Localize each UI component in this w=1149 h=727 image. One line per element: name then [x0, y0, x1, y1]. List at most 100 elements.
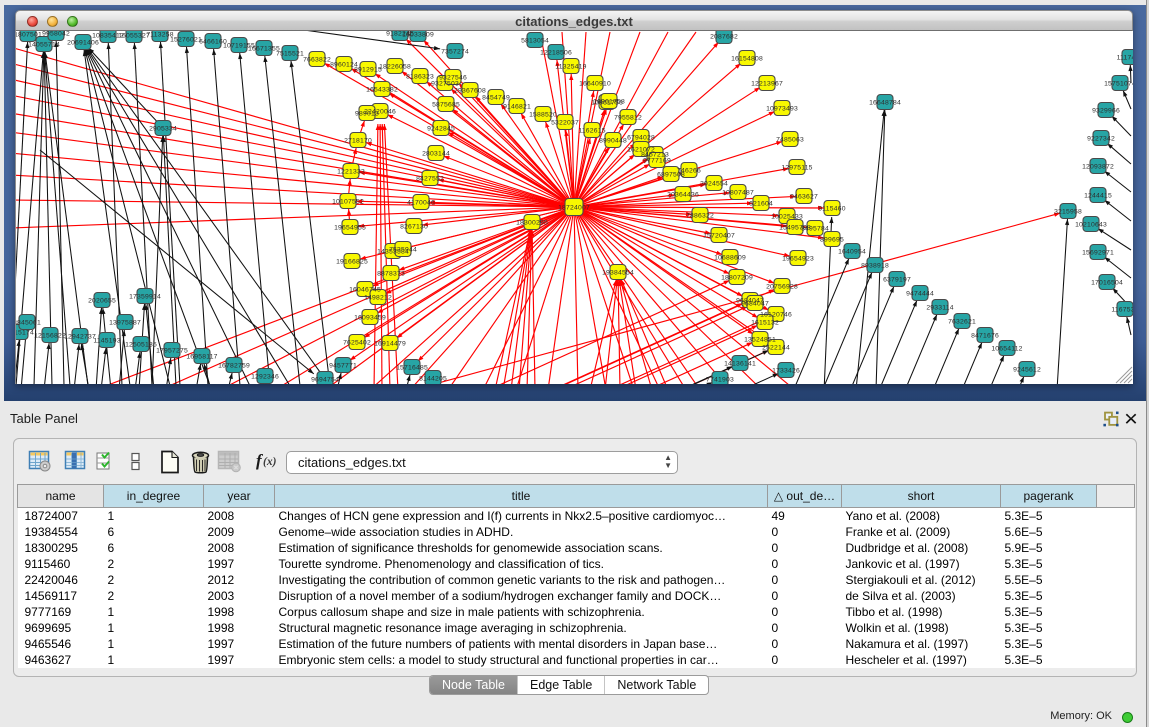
svg-text:16046745: 16046745: [349, 286, 381, 293]
svg-text:8912915: 8912915: [354, 66, 382, 73]
svg-text:10973493: 10973493: [766, 105, 798, 112]
svg-text:9463627: 9463627: [790, 193, 818, 200]
svg-text:621604: 621604: [749, 200, 773, 207]
svg-text:1162615: 1162615: [578, 127, 605, 134]
svg-text:1244415: 1244415: [1084, 192, 1112, 199]
svg-text:12156822: 12156822: [34, 332, 66, 339]
svg-text:18807209: 18807209: [721, 274, 753, 281]
svg-text:12942737: 12942737: [64, 333, 96, 340]
svg-text:3215958: 3215958: [1054, 208, 1082, 215]
svg-text:2905334: 2905334: [149, 125, 177, 132]
svg-text:1145193: 1145193: [93, 337, 120, 344]
svg-text:14055714: 14055714: [28, 41, 60, 48]
svg-text:7955812: 7955812: [614, 114, 642, 121]
svg-text:7886322: 7886322: [686, 212, 714, 219]
svg-text:16154808: 16154808: [731, 55, 763, 62]
svg-text:9958042: 9958042: [42, 31, 70, 37]
svg-text:15716485: 15716485: [396, 364, 428, 371]
svg-text:9684047: 9684047: [741, 300, 769, 307]
svg-text:9115460: 9115460: [818, 205, 845, 212]
svg-text:9329966: 9329966: [1092, 107, 1120, 114]
svg-text:7625402: 7625402: [343, 339, 371, 346]
svg-text:6379197: 6379197: [883, 276, 911, 283]
svg-text:8454749: 8454749: [482, 94, 510, 101]
svg-text:19654923: 19654923: [782, 255, 814, 262]
svg-text:17016504: 17016504: [1091, 279, 1123, 286]
svg-text:1117403: 1117403: [1117, 54, 1133, 61]
svg-text:14136141: 14136141: [724, 360, 756, 367]
svg-text:16093459: 16093459: [354, 314, 386, 321]
svg-text:8427552: 8427552: [416, 175, 444, 182]
svg-text:18226058: 18226058: [379, 63, 411, 70]
svg-text:12218506: 12218506: [540, 49, 572, 56]
svg-text:29367608: 29367608: [454, 87, 486, 94]
svg-text:7535944: 7535944: [389, 246, 417, 253]
svg-text:10025433: 10025433: [771, 213, 803, 220]
svg-text:9327546: 9327546: [439, 74, 467, 81]
svg-text:19384554: 19384554: [602, 269, 634, 276]
svg-text:9777169: 9777169: [643, 157, 671, 164]
svg-text:1167531: 1167531: [1111, 306, 1133, 313]
svg-text:18300295: 18300295: [516, 219, 548, 226]
svg-text:20364436: 20364436: [667, 191, 699, 198]
svg-text:8267130: 8267130: [400, 223, 428, 230]
svg-text:9457771: 9457771: [329, 362, 357, 369]
svg-text:16648784: 16648784: [869, 99, 901, 106]
svg-text:1640954: 1640954: [838, 248, 866, 255]
svg-text:7515521: 7515521: [276, 50, 304, 57]
svg-text:17957275: 17957275: [156, 347, 188, 354]
svg-text:16914479: 16914479: [374, 340, 406, 347]
svg-text:8471676: 8471676: [971, 332, 999, 339]
svg-text:9146821: 9146821: [503, 103, 531, 110]
svg-text:1498212: 1498212: [364, 294, 392, 301]
svg-text:2933114: 2933114: [926, 304, 953, 311]
svg-text:3915174: 3915174: [16, 329, 34, 336]
svg-text:10210643: 10210643: [1075, 221, 1107, 228]
svg-text:1733426: 1733426: [772, 367, 800, 374]
svg-text:15276021: 15276021: [170, 36, 202, 43]
svg-text:6794028: 6794028: [627, 134, 655, 141]
svg-text:989013: 989013: [355, 110, 379, 117]
svg-text:3024554: 3024554: [700, 180, 728, 187]
svg-text:10807487: 10807487: [722, 189, 754, 196]
svg-text:16782759: 16782759: [218, 362, 250, 369]
svg-text:8990448: 8990448: [599, 137, 627, 144]
svg-text:5813054: 5813054: [521, 37, 549, 44]
svg-text:16958117: 16958117: [186, 353, 217, 360]
svg-text:9327503: 9327503: [431, 80, 459, 87]
svg-text:8144205: 8144205: [419, 375, 447, 382]
svg-text:8495784: 8495784: [801, 225, 829, 232]
svg-text:16055327: 16055327: [118, 32, 150, 39]
svg-text:15720407: 15720407: [703, 232, 735, 239]
svg-text:12213967: 12213967: [751, 80, 783, 87]
svg-text:10654112: 10654112: [991, 345, 1022, 352]
svg-text:8938918: 8938918: [861, 262, 889, 269]
svg-text:7485063: 7485063: [776, 136, 804, 143]
svg-text:2020655: 2020655: [88, 297, 116, 304]
svg-text:16543382: 16543382: [366, 86, 398, 93]
svg-text:15751074: 15751074: [1104, 80, 1133, 87]
svg-text:1588520: 1588520: [529, 111, 557, 118]
svg-text:9694754: 9694754: [311, 376, 339, 383]
svg-text:4170046: 4170046: [407, 199, 435, 206]
svg-text:16961758: 16961758: [593, 98, 625, 105]
svg-text:16640910: 16640910: [579, 80, 611, 87]
svg-text:16033809: 16033809: [402, 31, 434, 38]
svg-text:1292346: 1292346: [251, 373, 279, 380]
svg-text:2718170: 2718170: [344, 137, 372, 144]
svg-text:7741903: 7741903: [706, 376, 734, 383]
svg-text:20691406: 20691406: [67, 39, 99, 46]
svg-text:16120746: 16120746: [760, 311, 792, 318]
svg-text:13524851: 13524851: [744, 336, 776, 343]
svg-text:12505135: 12505135: [125, 341, 157, 348]
svg-text:8186323: 8186323: [406, 73, 434, 80]
svg-text:7663822: 7663822: [303, 56, 331, 63]
svg-text:13975887: 13975887: [109, 319, 141, 326]
svg-text:8845061: 8845061: [16, 319, 41, 326]
svg-text:746266: 746266: [677, 167, 701, 174]
svg-text:9242845: 9242845: [427, 125, 455, 132]
svg-text:12975115: 12975115: [781, 164, 812, 171]
svg-text:17359914: 17359914: [129, 293, 161, 300]
svg-text:1807501: 1807501: [16, 31, 42, 38]
svg-text:2522144: 2522144: [762, 344, 790, 351]
